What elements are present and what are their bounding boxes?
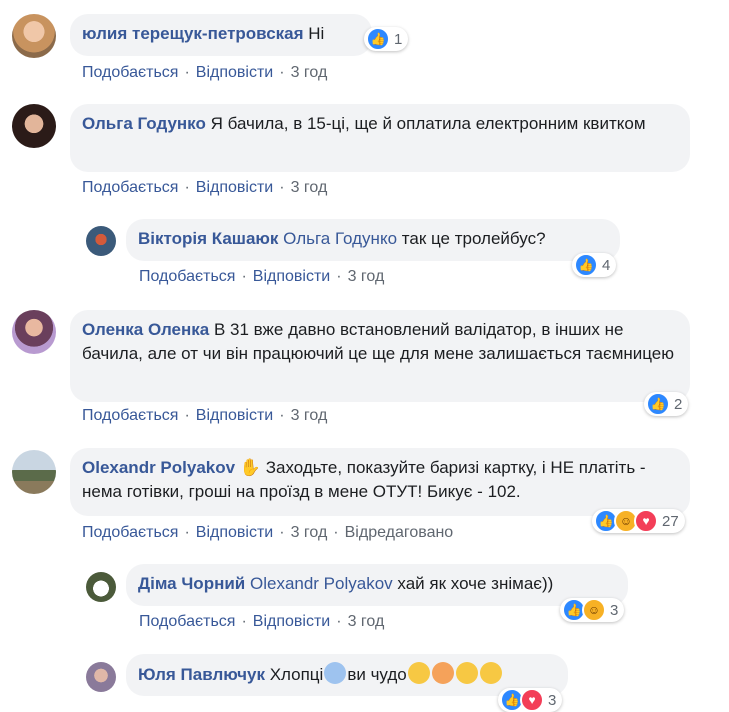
avatar[interactable]	[12, 310, 56, 354]
smirk-face-icon	[407, 662, 430, 684]
reaction-summary[interactable]: 👍 ☺ ♥ 27	[592, 509, 685, 533]
comment-bubble: Оленка Оленка В 31 вже давно встановлени…	[70, 310, 690, 402]
avatar[interactable]	[12, 14, 56, 58]
reaction-summary[interactable]: 👍 ♥ 3	[498, 688, 563, 712]
upside-down-face-icon	[455, 662, 478, 684]
reaction-summary[interactable]: 👍 ☺ 3	[560, 598, 625, 622]
like-button[interactable]: Подобається	[139, 613, 235, 630]
thumbs-up-icon: 👍	[574, 253, 598, 277]
comment-author[interactable]: Оленка Оленка	[82, 320, 209, 339]
comment-actions: Подобається · Відповісти · 3 год	[82, 64, 328, 81]
comment-bubble: юлия терещук-петровская Ні	[70, 14, 372, 56]
avatar[interactable]	[86, 226, 116, 256]
comment-actions: Подобається · Відповісти · 3 год	[139, 268, 385, 285]
avatar[interactable]	[12, 104, 56, 148]
mention-link[interactable]: Olexandr Polyakov	[250, 574, 393, 593]
comment-text: ви чудо	[347, 665, 407, 684]
comment-author[interactable]: Olexandr Polyakov	[82, 458, 235, 477]
reply-button[interactable]: Відповісти	[196, 64, 273, 81]
comment-author[interactable]: юлия терещук-петровская	[82, 24, 304, 43]
comment-text: Хлопці	[269, 665, 324, 684]
thumbs-up-icon: 👍	[646, 392, 670, 416]
heart-icon: ♥	[520, 688, 544, 712]
comment-text: Я бачила, в 15-ці, ще й оплатила електро…	[210, 114, 646, 133]
timestamp[interactable]: 3 год	[291, 64, 328, 81]
reaction-count: 3	[610, 601, 619, 619]
mention-link[interactable]: Ольга Годунко	[283, 229, 397, 248]
avatar[interactable]	[86, 572, 116, 602]
reply-button[interactable]: Відповісти	[196, 524, 273, 541]
comment-bubble: Діма Чорний Olexandr Polyakov хай як хоч…	[126, 564, 628, 606]
crying-cat-icon	[431, 662, 454, 684]
reaction-count: 1	[394, 30, 403, 48]
timestamp[interactable]: 3 год	[348, 268, 385, 285]
reaction-count: 4	[602, 256, 611, 274]
comment-bubble: Вікторія Кашаюк Ольга Годунко так це тро…	[126, 219, 620, 261]
reply-button[interactable]: Відповісти	[196, 179, 273, 196]
timestamp[interactable]: 3 год	[291, 524, 328, 541]
comment-text: так це тролейбус?	[401, 229, 546, 248]
reaction-summary[interactable]: 👍 1	[364, 27, 409, 51]
comment-author[interactable]: Діма Чорний	[138, 574, 245, 593]
timestamp[interactable]: 3 год	[348, 613, 385, 630]
hugging-face-icon	[479, 662, 502, 684]
like-button[interactable]: Подобається	[82, 524, 178, 541]
reaction-count: 3	[548, 691, 557, 709]
comment-actions: Подобається · Відповісти · 3 год · Відредагова…	[82, 524, 454, 541]
like-button[interactable]: Подобається	[82, 64, 178, 81]
reply-button[interactable]: Відповісти	[253, 613, 330, 630]
comment-bubble: Ольга Годунко Я бачила, в 15-ці, ще й оп…	[70, 104, 690, 172]
comment-actions: Подобається · Відповісти · 3 год	[82, 179, 328, 196]
edited-label[interactable]: Відредаговано	[345, 524, 454, 541]
reply-button[interactable]: Відповісти	[253, 268, 330, 285]
timestamp[interactable]: 3 год	[291, 179, 328, 196]
comment-author[interactable]: Юля Павлючук	[138, 665, 265, 684]
reaction-summary[interactable]: 👍 4	[572, 253, 617, 277]
like-button[interactable]: Подобається	[82, 407, 178, 424]
thumbs-up-icon: 👍	[366, 27, 390, 51]
reaction-count: 2	[674, 395, 683, 413]
like-button[interactable]: Подобається	[139, 268, 235, 285]
comment-bubble: Olexandr Polyakov ✋ Заходьте, показуйте …	[70, 448, 690, 516]
like-button[interactable]: Подобається	[82, 179, 178, 196]
comment-text: Ні	[308, 24, 325, 43]
screaming-face-icon	[324, 662, 347, 684]
reaction-count: 27	[662, 512, 679, 530]
reply-button[interactable]: Відповісти	[196, 407, 273, 424]
avatar[interactable]	[12, 450, 56, 494]
timestamp[interactable]: 3 год	[291, 407, 328, 424]
comment-actions: Подобається · Відповісти · 3 год	[82, 407, 328, 424]
reaction-summary[interactable]: 👍 2	[644, 392, 689, 416]
comment-text: хай як хоче знімає))	[397, 574, 554, 593]
avatar[interactable]	[86, 662, 116, 692]
waving-hand-icon: ✋	[239, 458, 261, 477]
comment-author[interactable]: Вікторія Кашаюк	[138, 229, 278, 248]
haha-icon: ☺	[582, 598, 606, 622]
heart-icon: ♥	[634, 509, 658, 533]
comment-actions: Подобається · Відповісти · 3 год	[139, 613, 385, 630]
comment-author[interactable]: Ольга Годунко	[82, 114, 206, 133]
